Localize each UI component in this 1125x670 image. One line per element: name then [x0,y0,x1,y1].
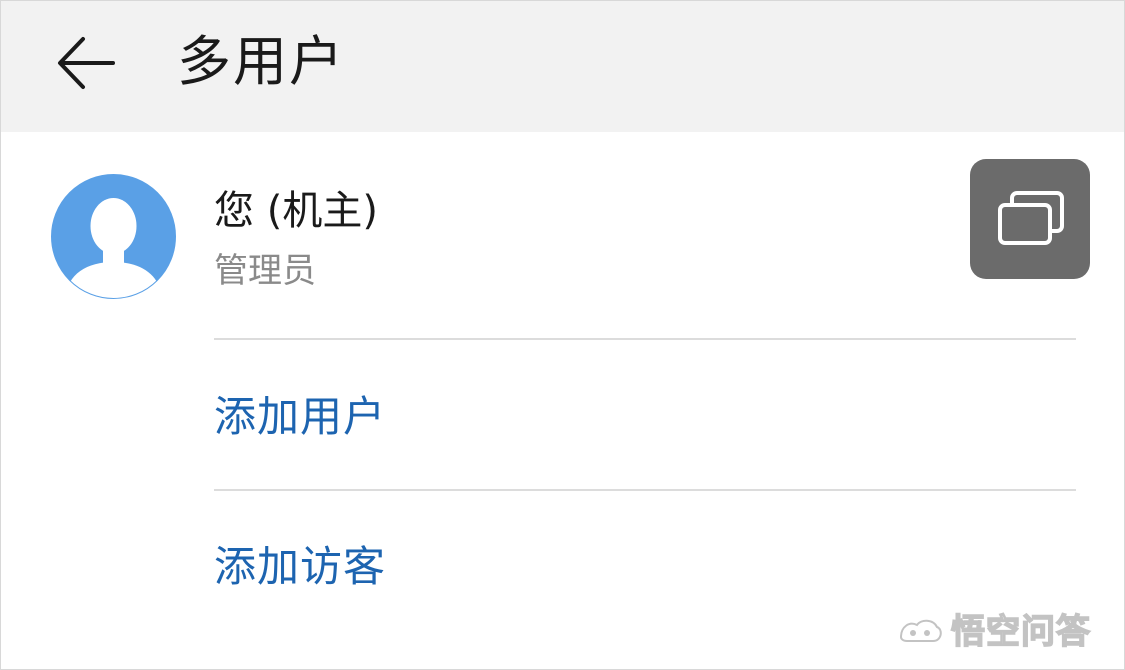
switch-user-button[interactable] [970,159,1090,279]
divider [214,338,1076,340]
watermark-text: 悟空问答 [950,611,1091,653]
arrow-left-icon [58,37,115,89]
divider [214,489,1076,491]
watermark: 悟空问答 [897,607,1091,657]
add-guest-button[interactable]: 添加访客 [214,539,386,595]
add-user-button[interactable]: 添加用户 [214,389,386,445]
user-role: 管理员 [214,251,316,291]
back-button[interactable] [49,23,129,103]
user-name: 您 (机主) [214,188,378,234]
page-title: 多用户 [177,30,345,93]
avatar [51,174,176,299]
multi-user-screen: 多用户 您 (机主) 管理员 添加用户 添加访客 悟空问答 [0,0,1125,670]
switch-user-icon [998,191,1064,245]
person-silhouette-icon [51,174,176,299]
title-bar: 多用户 [1,1,1124,132]
wukong-logo-icon [899,619,942,642]
